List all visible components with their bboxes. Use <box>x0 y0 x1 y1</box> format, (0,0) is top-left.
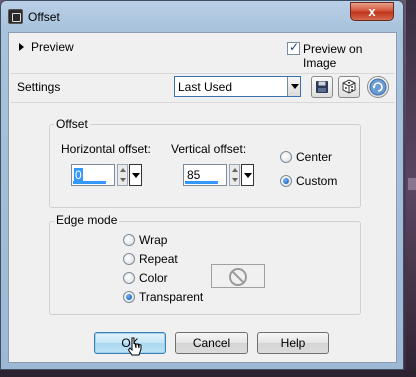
custom-radio[interactable] <box>280 175 292 187</box>
vertical-offset-slider-bar[interactable] <box>185 181 218 184</box>
reset-icon <box>369 78 387 96</box>
app-icon <box>8 9 23 24</box>
cancel-button[interactable]: Cancel <box>175 332 248 354</box>
edge-transparent-label: Transparent <box>139 290 204 304</box>
no-color-icon <box>229 268 247 286</box>
randomize-dice-icon <box>342 79 356 94</box>
preview-on-image-label: Preview on Image <box>303 42 363 70</box>
title-bar[interactable]: Offset x <box>1 1 403 31</box>
vertical-offset-spinner[interactable] <box>229 164 240 186</box>
center-radio-label: Center <box>296 150 333 164</box>
edge-mode-group-title: Edge mode <box>54 213 120 227</box>
edge-transparent-radio[interactable] <box>123 291 135 303</box>
preview-label: Preview <box>31 40 74 54</box>
horizontal-offset-slider-bar[interactable] <box>73 181 106 184</box>
edge-repeat-radio[interactable] <box>123 253 135 265</box>
edge-mode-group <box>49 221 361 315</box>
center-radio[interactable] <box>280 151 292 163</box>
chevron-down-icon[interactable] <box>287 77 300 96</box>
settings-preset-value: Last Used <box>178 80 233 94</box>
edge-color-radio[interactable] <box>123 272 135 284</box>
edge-wrap-label: Wrap <box>139 233 168 247</box>
settings-label: Settings <box>17 80 61 94</box>
edge-repeat-label: Repeat <box>139 252 178 266</box>
save-preset-icon <box>316 81 328 93</box>
dialog-window: Offset x Preview Preview on Image Settin… <box>0 0 404 370</box>
mouse-cursor-icon <box>127 337 142 356</box>
randomize-button[interactable] <box>338 76 360 98</box>
settings-preset-select[interactable]: Last Used <box>174 76 301 97</box>
vertical-offset-label: Vertical offset: <box>171 142 247 156</box>
horizontal-offset-label: Horizontal offset: <box>61 142 151 156</box>
close-button[interactable]: x <box>350 2 394 21</box>
vertical-offset-value: 85 <box>187 168 201 182</box>
horizontal-offset-value: 0 <box>74 168 83 182</box>
vertical-offset-input[interactable]: 85 <box>183 164 227 186</box>
desktop-scroll-mark <box>408 178 416 190</box>
custom-radio-label: Custom <box>296 174 338 188</box>
horizontal-offset-stepper[interactable]: 0 <box>71 164 142 186</box>
edge-color-label: Color <box>139 271 168 285</box>
horizontal-offset-dropdown[interactable] <box>129 164 142 186</box>
offset-group-title: Offset <box>54 117 90 131</box>
edge-wrap-radio[interactable] <box>123 234 135 246</box>
preview-on-image-checkbox[interactable] <box>287 40 300 55</box>
vertical-offset-stepper[interactable]: 85 <box>183 164 254 186</box>
vertical-offset-dropdown[interactable] <box>241 164 254 186</box>
edge-color-swatch[interactable] <box>211 264 265 288</box>
reset-button[interactable] <box>367 76 389 98</box>
taskbar-edge <box>0 370 416 377</box>
dialog-body: Preview Preview on Image Settings Last U… <box>8 32 397 363</box>
help-button[interactable]: Help <box>257 332 329 354</box>
horizontal-offset-spinner[interactable] <box>117 164 128 186</box>
horizontal-offset-input[interactable]: 0 <box>71 164 115 186</box>
save-preset-button[interactable] <box>311 76 333 98</box>
expand-arrow-icon[interactable] <box>19 43 24 51</box>
window-title: Offset <box>28 10 60 24</box>
